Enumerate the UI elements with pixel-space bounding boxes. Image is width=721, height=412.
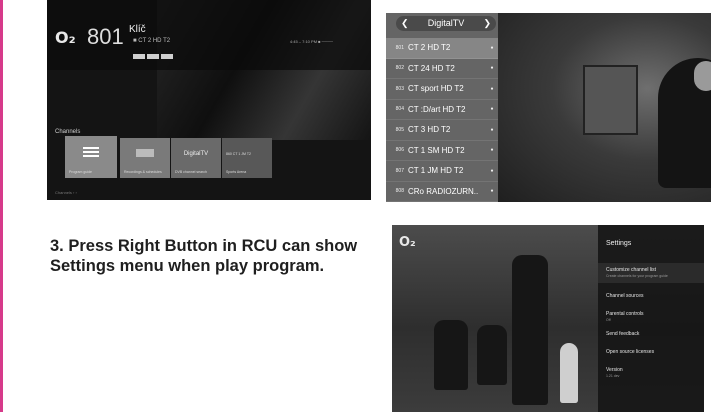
instruction-text: 3. Press Right Button in RCU can show Se…	[50, 237, 358, 275]
menu-item-label: Channel sources	[606, 293, 644, 299]
menu-item[interactable]: Open source licenses	[606, 349, 654, 355]
dot-icon: ●	[490, 167, 494, 174]
channel-name: Klíč	[129, 24, 146, 35]
channel-list: 801 CT 2 HD T2 ● 802 CT 24 HD T2 ● 803 CT spo…	[386, 38, 498, 202]
list-item[interactable]: 801 CT 2 HD T2 ●	[386, 38, 498, 59]
menu-item-sub: 1.21 dev	[606, 374, 620, 378]
channel-tags	[133, 46, 175, 64]
tile-recordings[interactable]: Recordings & schedules	[120, 138, 170, 178]
person-figure	[434, 320, 468, 390]
menu-item-label: Parental controls	[606, 311, 644, 317]
channel-num: 804	[395, 106, 404, 113]
channel-name: CT 2 HD T2	[408, 43, 451, 53]
channel-num: 803	[395, 85, 404, 92]
dot-icon: ●	[490, 126, 494, 133]
menu-item-sub: Create channels for your program guide	[606, 274, 668, 278]
channel-name: CT sport HD T2	[408, 84, 464, 94]
menu-item[interactable]: Send feedback	[606, 331, 639, 337]
dot-icon: ●	[490, 65, 494, 72]
channel-name: CT :D/art HD T2	[408, 104, 466, 114]
channel-num: 807	[395, 167, 404, 174]
menu-item[interactable]: Channel sources	[606, 293, 644, 299]
screenshot-channel-list: ❮ DigitalTV ❯ 801 CT 2 HD T2 ● 802 CT 24 HD…	[386, 13, 711, 202]
settings-menu: Settings Customize channel list Create ch…	[598, 225, 704, 412]
channel-name: CT 1 JM HD T2	[408, 166, 464, 176]
bottom-note: Channels › ›	[55, 190, 77, 195]
person-figure	[560, 343, 578, 403]
person-face	[694, 61, 711, 91]
tile-label: Recordings & schedules	[124, 170, 162, 174]
list-item[interactable]: 805 CT 3 HD T2 ●	[386, 120, 498, 141]
channel-list-panel: ❮ DigitalTV ❯ 801 CT 2 HD T2 ● 802 CT 24 HD…	[386, 13, 498, 202]
screenshot-settings: O₂ Settings Customize channel list Create…	[392, 225, 704, 412]
list-item[interactable]: 804 CT :D/art HD T2 ●	[386, 100, 498, 120]
dot-icon: ●	[490, 147, 494, 154]
dot-icon: ●	[490, 44, 494, 51]
menu-item-label: Version	[606, 367, 623, 373]
channel-info-banner: O₂ 801 Klíč ■ CT 2 HD T2 4:45 – 7:10 PM …	[47, 0, 371, 70]
menu-item-label: Open source licenses	[606, 349, 655, 355]
channel-num: 801	[395, 44, 404, 51]
accent-bar	[0, 0, 3, 412]
tile-text: DigitalTV	[183, 151, 209, 157]
dot-icon: ●	[490, 188, 494, 195]
menu-item-sub: Off	[606, 318, 611, 322]
tile-program-guide[interactable]: Program guide	[65, 136, 117, 178]
program-time: 4:45 – 7:10 PM ■ ────	[289, 39, 333, 44]
list-item[interactable]: 808 CRo RADIOZURN.. ●	[386, 182, 498, 202]
menu-item-label: Customize channel list	[606, 267, 657, 273]
menu-item[interactable]: Version 1.21 dev	[606, 367, 623, 378]
list-item[interactable]: 802 CT 24 HD T2 ●	[386, 59, 498, 79]
tv-screen-in-video	[583, 65, 638, 135]
dot-icon: ●	[490, 106, 494, 113]
list-icon	[83, 147, 99, 158]
o2-logo: O₂	[55, 28, 76, 47]
channels-row-title: Channels	[55, 129, 81, 135]
menu-item[interactable]: Customize channel list Create channels fo…	[606, 267, 668, 278]
channel-num: 806	[395, 147, 404, 154]
tile-label: Program guide	[69, 170, 92, 174]
tile-digitaltv[interactable]: DigitalTV DVB channel search	[171, 138, 221, 178]
list-item[interactable]: 803 CT sport HD T2 ●	[386, 79, 498, 100]
channel-num: 802	[395, 65, 404, 72]
tile-sports[interactable]: 860 CT 1 JM T2 Sports Arena	[222, 138, 272, 178]
tile-label: DVB channel search	[175, 170, 207, 174]
channel-number: 801	[87, 24, 124, 49]
background-video	[498, 13, 711, 202]
tile-label: Sports Arena	[226, 170, 247, 174]
list-item[interactable]: 806 CT 1 SM HD T2 ●	[386, 141, 498, 161]
person-figure	[477, 325, 507, 385]
channel-name: CRo RADIOZURN..	[408, 186, 479, 196]
channel-subtitle: ■ CT 2 HD T2	[133, 38, 171, 44]
chevron-left-icon[interactable]: ❮	[401, 16, 409, 31]
person-figure	[512, 255, 548, 405]
source-name: DigitalTV	[427, 18, 465, 28]
channel-num: 808	[395, 188, 404, 195]
menu-item[interactable]: Parental controls Off	[606, 311, 644, 322]
channel-name: CT 1 SM HD T2	[408, 145, 465, 155]
screenshot-channel-info: O₂ 801 Klíč ■ CT 2 HD T2 4:45 – 7:10 PM …	[47, 0, 371, 200]
source-selector[interactable]: ❮ DigitalTV ❯	[396, 16, 496, 31]
settings-title: Settings	[606, 240, 632, 247]
dot-icon: ●	[490, 85, 494, 92]
o2-logo: O₂	[399, 235, 416, 250]
channel-name: CT 24 HD T2	[408, 63, 455, 73]
menu-item-label: Send feedback	[606, 331, 640, 337]
channel-name: CT 3 HD T2	[408, 125, 451, 135]
channel-num: 805	[395, 126, 404, 133]
chevron-right-icon[interactable]: ❯	[483, 16, 491, 31]
tile-text: 860 CT 1 JM T2	[226, 152, 251, 156]
list-item[interactable]: 807 CT 1 JM HD T2 ●	[386, 161, 498, 182]
dvb-icon	[136, 149, 154, 157]
